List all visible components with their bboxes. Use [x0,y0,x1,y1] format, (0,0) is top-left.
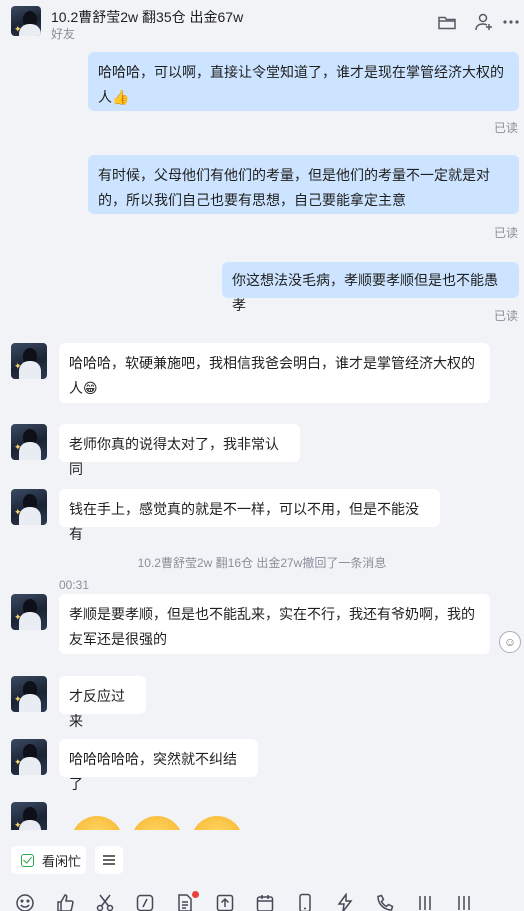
more-icon[interactable] [501,12,521,32]
message-list[interactable]: 哈哈哈，可以啊，直接让令堂知道了，谁才是现在掌管经济大权的人👍 已读 有时候，父… [0,44,524,830]
contact-avatar[interactable]: ✦ [11,489,47,525]
slash-command-icon[interactable] [135,893,155,911]
call-icon[interactable] [375,893,395,911]
contact-relation: 好友 [51,27,76,41]
folder-icon[interactable] [437,12,457,32]
emoji-reaction-icon[interactable]: ☺ [499,631,521,653]
notification-dot [192,891,199,898]
message-bubble-incoming[interactable]: 孝顺是要孝顺，但是也不能乱来，实在不行，我还有爷奶啊，我的友军还是很强的 [59,594,490,654]
emoji-icon[interactable] [15,893,35,911]
menu-button[interactable] [95,846,123,874]
shortcut-icon[interactable] [415,893,435,911]
quick-reply-label: 看闲忙 [42,853,82,869]
like-icon[interactable] [55,893,75,911]
grinning-emoji-icon [71,816,123,830]
contact-avatar[interactable]: ✦ [11,594,47,630]
check-icon [21,853,34,867]
lightning-icon[interactable] [335,892,355,911]
message-bubble-incoming[interactable]: 钱在手上，感觉真的就是不一样，可以不用，但是不能没有 [59,489,440,542]
message-bubble-outgoing[interactable]: 有时候，父母他们有他们的考量，但是他们的考量不一定就是对的，所以我们自己也要有思… [88,155,519,214]
contact-avatar[interactable]: ✦ [11,424,47,460]
chat-header: ✦ 10.2曹舒莹2w 翻35仓 出金67w 好友 [0,0,524,44]
calendar-icon[interactable] [255,893,275,911]
message-bubble-outgoing[interactable]: 你这想法没毛病，孝顺要孝顺但是也不能愚孝 [222,262,519,313]
message-bubble-incoming[interactable]: 哈哈哈，软硬兼施吧，我相信我爸会明白，谁才是掌管经济大权的人😁 [59,343,490,403]
contact-avatar[interactable]: ✦ [11,802,47,830]
read-status: 已读 [493,309,518,323]
message-bubble-incoming[interactable]: 哈哈哈哈哈，突然就不纠结了 [59,739,258,792]
read-status: 已读 [493,226,518,240]
read-status: 已读 [493,121,518,135]
grinning-emoji-icon [131,816,183,830]
message-timestamp: 00:31 [59,578,90,592]
upload-icon[interactable] [215,893,235,911]
contact-avatar[interactable]: ✦ [11,343,47,379]
phone-icon[interactable] [295,893,315,911]
bottom-bar: 看闲忙 [0,830,524,911]
more-tools-icon[interactable] [455,893,475,911]
message-bubble-incoming[interactable]: 老师你真的说得太对了，我非常认同 [59,424,300,477]
contact-avatar[interactable]: ✦ [11,739,47,775]
message-bubble-outgoing[interactable]: 哈哈哈，可以啊，直接让令堂知道了，谁才是现在掌管经济大权的人👍 [88,52,519,111]
message-bubble-incoming[interactable]: 才反应过来 [59,676,146,729]
menu-icon [103,855,115,865]
quick-reply-chip[interactable]: 看闲忙 [11,846,86,874]
system-recall-notice: 10.2曹舒莹2w 翻16仓 出金27w撤回了一条消息 [137,556,387,570]
contact-name[interactable]: 10.2曹舒莹2w 翻35仓 出金67w [51,7,243,27]
grinning-emoji-icon [191,816,243,830]
contact-avatar[interactable]: ✦ [11,6,41,36]
scissors-icon[interactable] [95,893,115,911]
contact-avatar[interactable]: ✦ [11,676,47,712]
add-user-icon[interactable] [474,12,494,32]
